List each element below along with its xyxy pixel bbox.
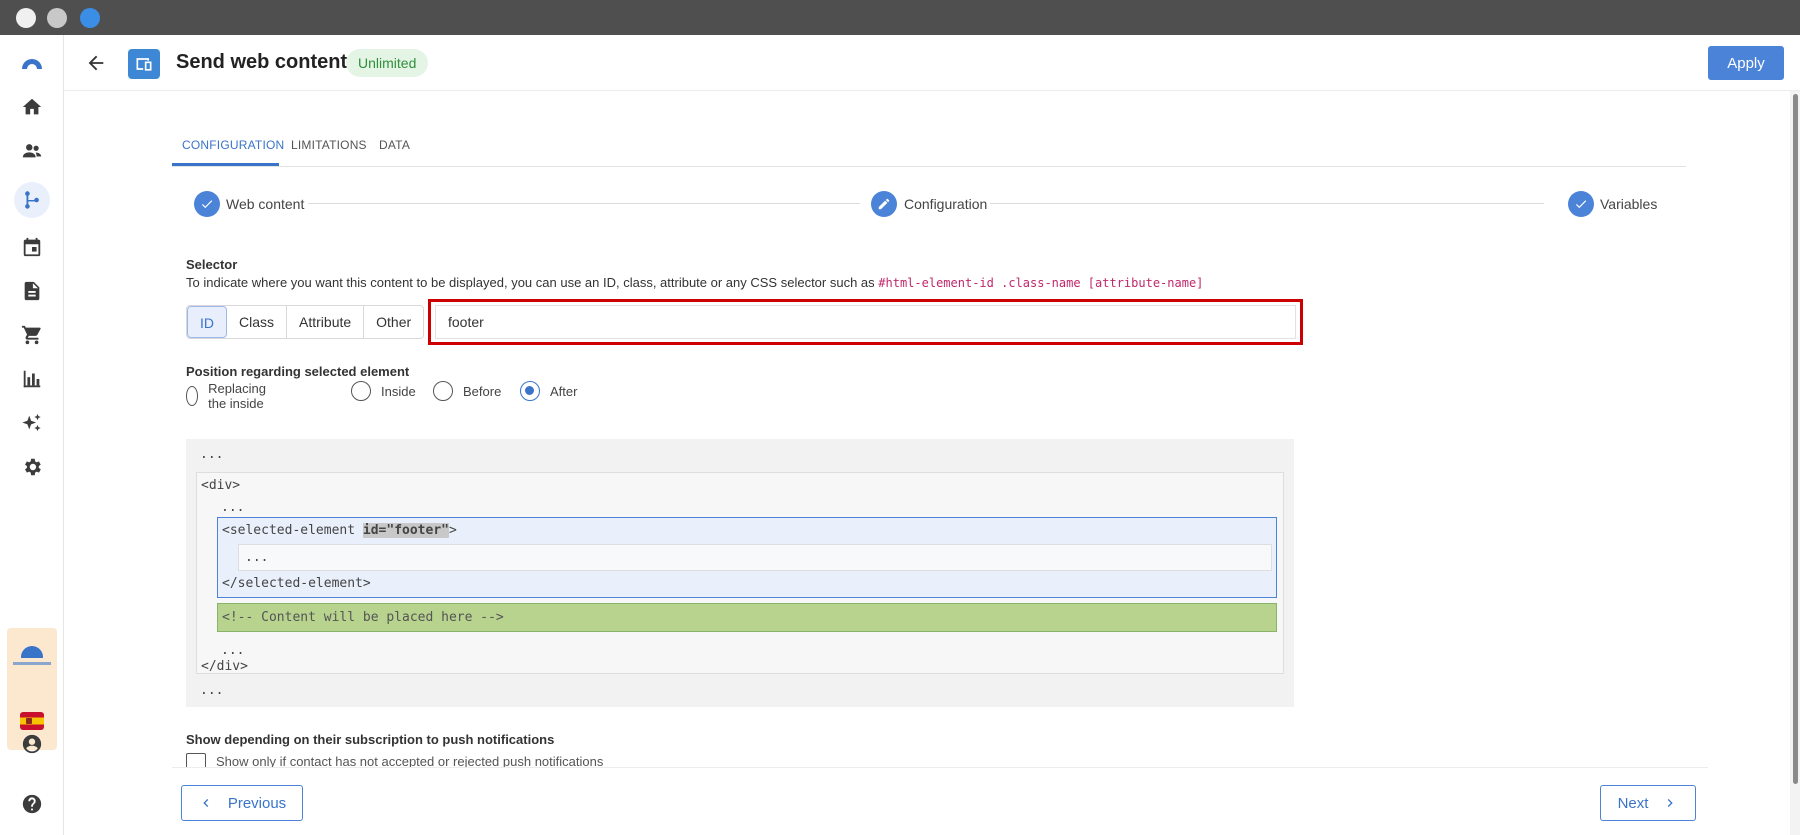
tab-configuration[interactable]: CONFIGURATION xyxy=(182,138,284,152)
cart-icon[interactable] xyxy=(20,323,44,347)
home-icon[interactable] xyxy=(20,95,44,119)
chart-icon[interactable] xyxy=(20,367,44,391)
position-title: Position regarding selected element xyxy=(186,364,410,379)
sparkle-icon[interactable] xyxy=(20,411,44,435)
calendar-icon[interactable] xyxy=(20,235,44,259)
window-titlebar xyxy=(0,0,1800,35)
selected-element-block: <selected-element id="footer"> ... </sel… xyxy=(217,517,1277,598)
selector-examples: #html-element-id .class-name [attribute-… xyxy=(878,276,1204,290)
position-radio-inside[interactable]: Inside xyxy=(351,381,416,401)
step-connector xyxy=(308,203,860,204)
help-icon[interactable] xyxy=(20,792,44,816)
chevron-right-icon xyxy=(1668,799,1674,807)
gear-icon[interactable] xyxy=(20,455,44,479)
document-icon[interactable] xyxy=(20,279,44,303)
code-preview: ... <div> ... <selected-element id="foot… xyxy=(186,439,1294,707)
selected-attribute: id="footer" xyxy=(362,523,449,538)
next-button[interactable]: Next xyxy=(1600,785,1696,821)
spain-flag-icon xyxy=(20,712,44,730)
selector-input-highlight xyxy=(428,299,1303,345)
content-placement-block: <!-- Content will be placed here --> xyxy=(217,603,1277,632)
step-label-web-content[interactable]: Web content xyxy=(226,196,304,212)
contacts-icon[interactable] xyxy=(20,139,44,163)
step-connector xyxy=(990,203,1544,204)
apply-button[interactable]: Apply xyxy=(1708,46,1784,80)
selector-description: To indicate where you want this content … xyxy=(186,275,1204,290)
step-edit-pencil-icon[interactable] xyxy=(871,191,897,217)
step-label-configuration[interactable]: Configuration xyxy=(904,196,987,212)
step-label-variables[interactable]: Variables xyxy=(1600,196,1657,212)
back-arrow-icon[interactable] xyxy=(84,51,108,75)
tab-bar: CONFIGURATION LIMITATIONS DATA xyxy=(172,122,1686,167)
web-content-icon xyxy=(128,49,160,79)
workflow-icon[interactable] xyxy=(14,182,50,218)
previous-button[interactable]: Previous xyxy=(181,785,303,821)
promo-logo-icon xyxy=(21,646,43,658)
scrollbar-thumb[interactable] xyxy=(1793,94,1798,784)
position-radio-after[interactable]: After xyxy=(520,381,577,401)
position-radio-before[interactable]: Before xyxy=(433,381,501,401)
selector-type-other-button[interactable]: Other xyxy=(364,306,424,338)
tab-active-indicator xyxy=(172,163,279,166)
page-title: Send web content xyxy=(176,51,348,73)
tab-data[interactable]: DATA xyxy=(379,138,410,152)
selected-element-inner: ... xyxy=(238,544,1272,571)
stepper: Web content Configuration Variables xyxy=(172,187,1686,221)
footer-bar: Previous Next xyxy=(172,767,1708,835)
logo-icon[interactable] xyxy=(20,51,44,75)
account-icon[interactable] xyxy=(20,732,44,756)
push-title: Show depending on their subscription to … xyxy=(186,732,555,747)
step-done-check-icon[interactable] xyxy=(194,191,220,217)
window-maximize-button[interactable] xyxy=(80,8,100,28)
selector-type-class-button[interactable]: Class xyxy=(227,306,288,338)
parent-div-block: <div> ... <selected-element id="footer">… xyxy=(196,472,1284,674)
window-close-button[interactable] xyxy=(16,8,36,28)
selector-type-group: ID Class Attribute Other xyxy=(186,305,425,339)
selector-title: Selector xyxy=(186,257,238,272)
selector-type-attribute-button[interactable]: Attribute xyxy=(287,306,365,338)
sidebar xyxy=(0,35,64,835)
window-minimize-button[interactable] xyxy=(47,8,67,28)
selector-type-id-button[interactable]: ID xyxy=(187,306,227,338)
chevron-left-icon xyxy=(203,799,209,807)
status-badge: Unlimited xyxy=(346,49,429,77)
page-header: Send web content Unlimited Apply xyxy=(64,35,1800,91)
position-radio-replacing[interactable]: Replacing the inside xyxy=(186,381,274,411)
tab-limitations[interactable]: LIMITATIONS xyxy=(291,138,367,152)
step-done-check-icon[interactable] xyxy=(1568,191,1594,217)
selector-input[interactable] xyxy=(435,305,1296,339)
